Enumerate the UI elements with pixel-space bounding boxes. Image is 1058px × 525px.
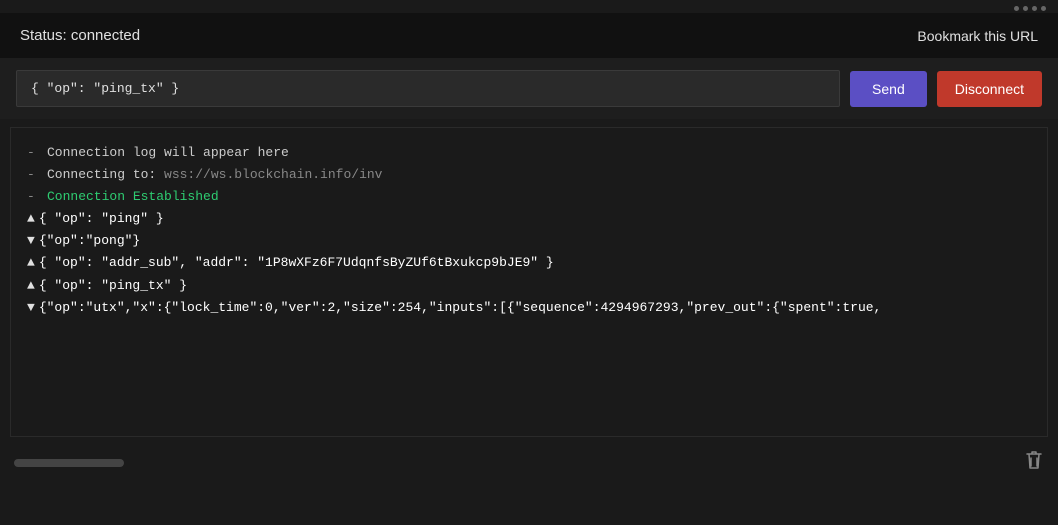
- log-text-3: Connection Established: [47, 186, 219, 208]
- top-dots-bar: [0, 0, 1058, 13]
- log-text-4: { "op": "ping" }: [39, 208, 164, 230]
- log-bottom-bar: [0, 445, 1058, 483]
- log-text-7: { "op": "ping_tx" }: [39, 275, 187, 297]
- log-arrow-up-6: ▲: [27, 252, 35, 274]
- message-input[interactable]: [16, 70, 840, 107]
- log-line-2: - Connecting to: wss://ws.blockchain.inf…: [27, 164, 1031, 186]
- log-text-2: Connecting to: wss://ws.blockchain.info/…: [47, 164, 382, 186]
- dot-1: [1014, 6, 1019, 11]
- log-arrow-down-8: ▼: [27, 297, 35, 319]
- log-text-6: { "op": "addr_sub", "addr": "1P8wXFz6F7U…: [39, 252, 554, 274]
- header-bar: Status: connected Bookmark this URL: [0, 13, 1058, 58]
- bookmark-link[interactable]: Bookmark this URL: [917, 28, 1038, 44]
- input-row: Send Disconnect: [0, 58, 1058, 119]
- log-arrow-up-4: ▲: [27, 208, 35, 230]
- log-text-1: Connection log will appear here: [47, 142, 289, 164]
- log-line-3: - Connection Established: [27, 186, 1031, 208]
- log-arrow-up-7: ▲: [27, 275, 35, 297]
- scroll-indicator[interactable]: [14, 459, 124, 467]
- log-url: wss://ws.blockchain.info/inv: [164, 167, 382, 182]
- dot-3: [1032, 6, 1037, 11]
- trash-icon[interactable]: [1024, 449, 1044, 477]
- dot-4: [1041, 6, 1046, 11]
- log-line-1: - Connection log will appear here: [27, 142, 1031, 164]
- disconnect-button[interactable]: Disconnect: [937, 71, 1042, 107]
- send-button[interactable]: Send: [850, 71, 927, 107]
- log-line-5: ▼ {"op":"pong"}: [27, 230, 1031, 252]
- log-prefix-3: -: [27, 186, 43, 208]
- log-text-5: {"op":"pong"}: [39, 230, 140, 252]
- log-line-8: ▼ {"op":"utx","x":{"lock_time":0,"ver":2…: [27, 297, 1031, 319]
- log-container[interactable]: - Connection log will appear here - Conn…: [10, 127, 1048, 437]
- status-text: Status: connected: [20, 27, 140, 44]
- log-line-4: ▲ { "op": "ping" }: [27, 208, 1031, 230]
- log-prefix-2: -: [27, 164, 43, 186]
- dot-2: [1023, 6, 1028, 11]
- log-arrow-down-5: ▼: [27, 230, 35, 252]
- log-text-8: {"op":"utx","x":{"lock_time":0,"ver":2,"…: [39, 297, 882, 319]
- log-prefix-1: -: [27, 142, 43, 164]
- log-line-7: ▲ { "op": "ping_tx" }: [27, 275, 1031, 297]
- log-line-6: ▲ { "op": "addr_sub", "addr": "1P8wXFz6F…: [27, 252, 1031, 274]
